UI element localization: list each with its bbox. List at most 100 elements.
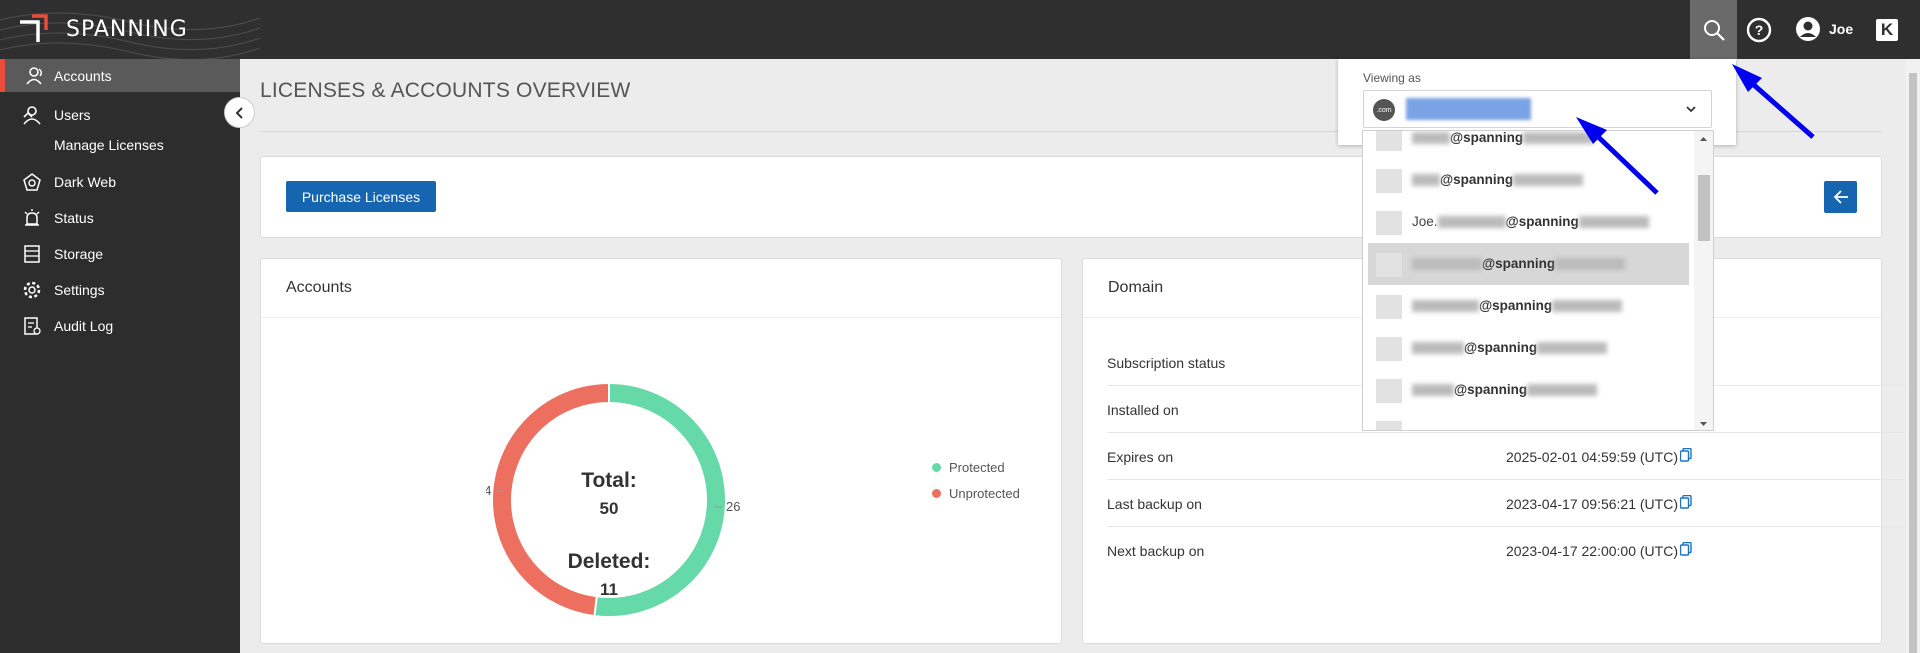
user-avatar-icon [1376, 295, 1402, 319]
next-backup-row: Next backup on 2023-04-17 22:00:00 (UTC) [1107, 527, 1908, 574]
sidebar-item-users[interactable]: Users [0, 98, 240, 131]
scrollbar-thumb[interactable] [1909, 73, 1917, 653]
row-value: 2023-04-17 22:00:00 (UTC) [1506, 543, 1678, 559]
scrollbar-thumb[interactable] [1698, 175, 1710, 241]
user-avatar-icon [1376, 337, 1402, 361]
list-item[interactable]: @spanning [1368, 327, 1689, 369]
legend-label: Unprotected [949, 486, 1020, 501]
blue-arrow-annotation [1732, 64, 1815, 139]
spanning-logo[interactable]: SPANNING [18, 14, 188, 44]
sidebar-item-storage[interactable]: Storage [0, 237, 240, 270]
row-value: 2025-02-01 04:59:59 (UTC) [1506, 449, 1678, 465]
sidebar-item-settings[interactable]: Settings [0, 273, 240, 306]
redacted-selected-domain [1406, 98, 1531, 120]
list-item[interactable] [1368, 411, 1689, 430]
viewing-as-select[interactable]: .com [1363, 90, 1712, 128]
legend-label: Protected [949, 460, 1005, 475]
collapse-sidebar-button[interactable] [224, 97, 255, 128]
redacted-text [1412, 174, 1440, 187]
legend-item-unprotected[interactable]: Unprotected [932, 486, 1020, 501]
user-circle-icon [1796, 17, 1820, 41]
copy-icon[interactable] [1680, 542, 1692, 556]
option-domain: @spanning [1464, 340, 1538, 355]
list-item[interactable]: @spanning [1368, 285, 1689, 327]
option-domain: @spanning [1450, 130, 1524, 145]
card-title: Accounts [286, 279, 352, 296]
sidebar-item-dark-web[interactable]: Dark Web [0, 165, 240, 198]
sidebar-item-label: Users [54, 106, 91, 123]
scroll-down-icon[interactable] [1694, 418, 1713, 430]
arrow-left-icon [1833, 190, 1848, 204]
user-avatar-icon [1376, 169, 1402, 193]
list-item[interactable]: Joe. @spanning [1368, 201, 1689, 243]
redacted-text [1412, 384, 1454, 397]
row-key: Next backup on [1107, 543, 1205, 559]
option-domain: @spanning [1454, 382, 1528, 397]
sidebar-item-status[interactable]: Status [0, 201, 240, 234]
sidebar-item-manage-licenses[interactable]: Manage Licenses [54, 137, 164, 153]
legend-item-protected[interactable]: Protected [932, 460, 1005, 475]
donut-slice-unprotected[interactable] [491, 381, 610, 618]
purchase-licenses-button[interactable]: Purchase Licenses [286, 181, 436, 212]
row-key: Subscription status [1107, 355, 1226, 371]
copy-icon[interactable] [1680, 448, 1692, 462]
sidebar-item-accounts[interactable]: Accounts [0, 59, 240, 92]
option-domain: @spanning [1440, 172, 1514, 187]
list-item[interactable]: @spanning [1368, 369, 1689, 411]
gear-icon [23, 281, 41, 298]
total-value: 50 [600, 499, 619, 518]
scrollbar[interactable] [1694, 131, 1713, 430]
search-button[interactable] [1690, 0, 1737, 59]
viewing-as-options[interactable]: @spanning @spanning Joe. @spanning @spann… [1362, 130, 1714, 431]
sidebar-item-audit-log[interactable]: Audit Log [0, 309, 240, 342]
deleted-label: Deleted: [568, 550, 651, 573]
accounts-icon [26, 66, 42, 85]
kaseya-icon[interactable]: K [1876, 19, 1898, 41]
option-domain: @spanning [1505, 214, 1579, 229]
last-backup-row: Last backup on 2023-04-17 09:56:21 (UTC) [1107, 480, 1908, 527]
total-label: Total: [581, 469, 637, 492]
page-scrollbar[interactable] [1906, 59, 1920, 653]
user-menu[interactable]: Joe [1795, 16, 1853, 42]
sidebar-item-label: Storage [54, 245, 104, 262]
redacted-text [1552, 300, 1623, 313]
redacted-text [1523, 132, 1594, 145]
kaseya-glyph: K [1880, 20, 1894, 39]
redacted-text [1527, 384, 1598, 397]
unprotected-dot [932, 489, 941, 498]
card-title: Domain [1108, 279, 1164, 296]
user-avatar-icon [1376, 421, 1402, 430]
user-avatar-icon [1376, 379, 1402, 403]
chevron-up-icon[interactable] [22, 109, 34, 121]
option-domain: @spanning [1479, 298, 1553, 313]
viewing-as-label: Viewing as [1363, 71, 1421, 85]
redacted-text [1412, 132, 1450, 145]
page-title: LICENSES & ACCOUNTS OVERVIEW [260, 79, 631, 102]
expires-on-row: Expires on 2025-02-01 04:59:59 (UTC) [1107, 433, 1908, 480]
redacted-text [1578, 216, 1649, 229]
user-name: Joe [1829, 21, 1854, 37]
scroll-up-icon[interactable] [1694, 133, 1713, 145]
list-item[interactable]: @spanning [1368, 130, 1689, 159]
list-item[interactable]: @spanning [1368, 159, 1689, 201]
list-item-selected[interactable]: @spanning [1368, 243, 1689, 285]
spanning-logo-icon [20, 14, 48, 42]
chevron-down-icon [1686, 106, 1696, 113]
row-key: Expires on [1107, 449, 1174, 465]
back-button[interactable] [1824, 181, 1857, 213]
row-key: Last backup on [1107, 496, 1202, 512]
row-value: 2023-04-17 09:56:21 (UTC) [1506, 496, 1678, 512]
top-header: SPANNING ? Joe K [0, 0, 1920, 59]
sidebar-item-label: Settings [54, 281, 105, 298]
sidebar-item-label: Status [54, 209, 94, 226]
search-icon [1703, 19, 1725, 41]
sidebar-item-label: Audit Log [54, 317, 114, 334]
deleted-value: 11 [600, 580, 618, 599]
redacted-text [1412, 258, 1482, 271]
protected-dot [932, 463, 941, 472]
copy-icon[interactable] [1680, 495, 1692, 509]
chevron-left-icon [235, 106, 243, 119]
accounts-card: Accounts Total: 50 Deleted: 11 26 24 Pro… [260, 258, 1062, 644]
help-icon[interactable]: ? [1746, 17, 1772, 43]
option-prefix: Joe. [1412, 214, 1438, 229]
